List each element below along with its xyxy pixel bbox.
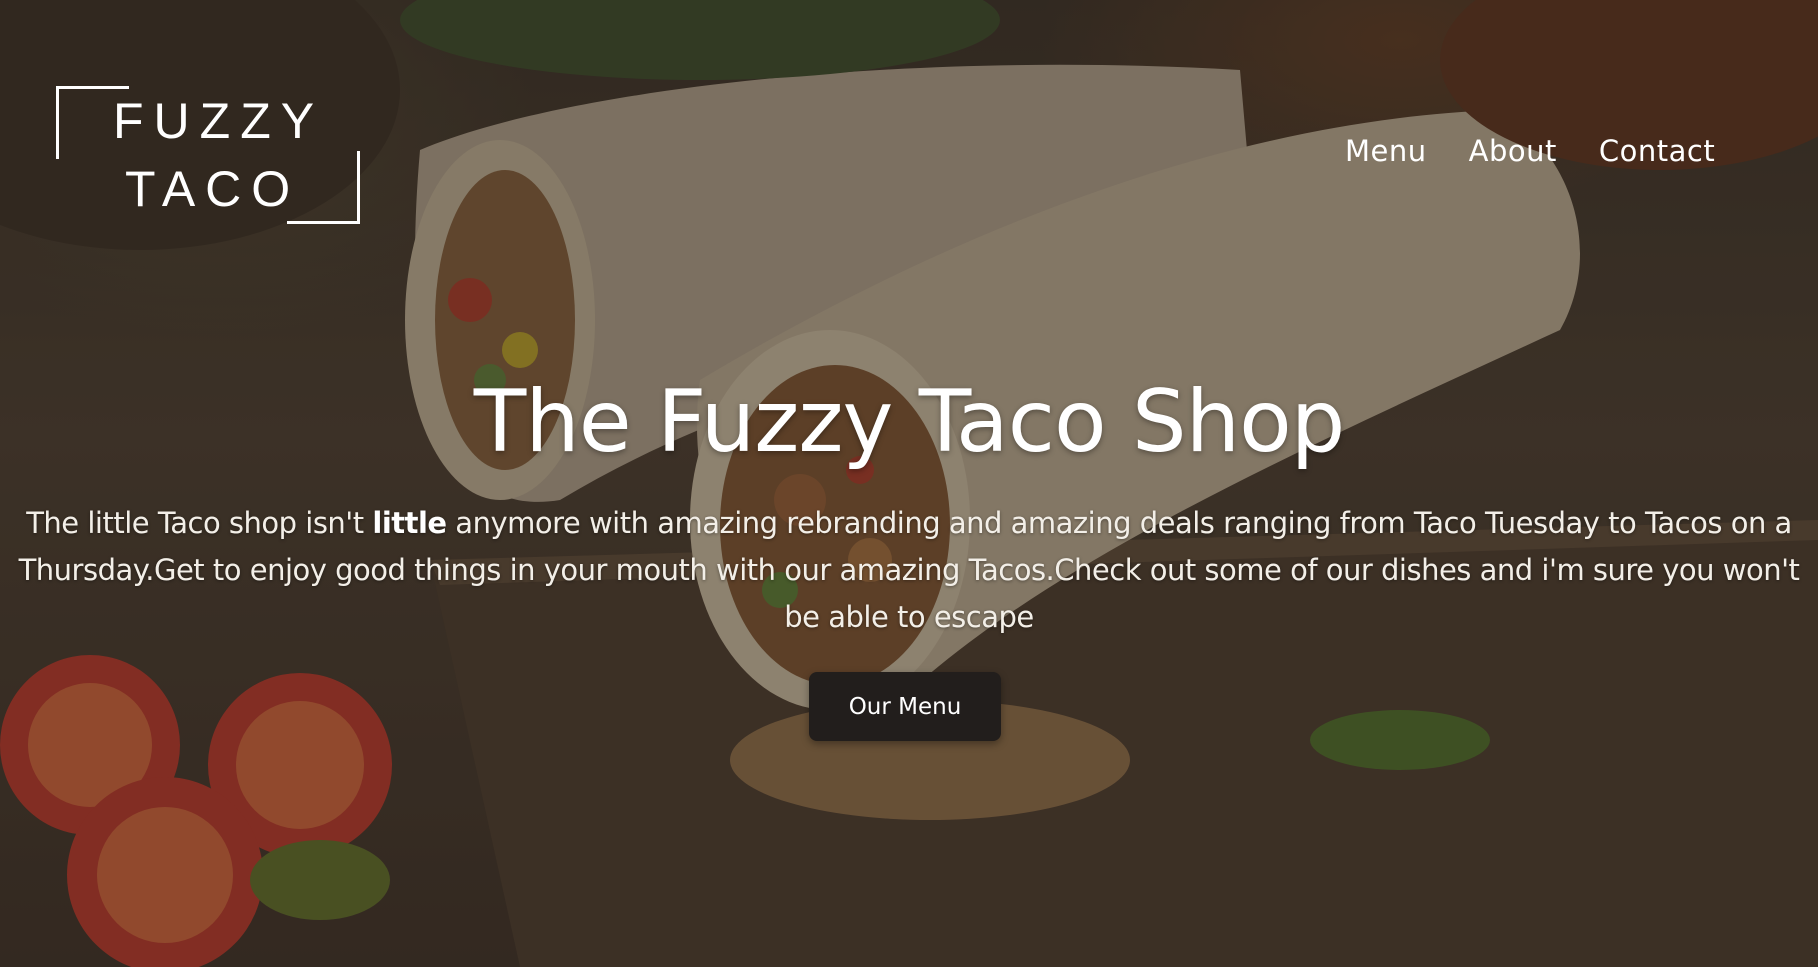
hero-description-emphasis: little bbox=[372, 506, 447, 540]
nav-link-menu[interactable]: Menu bbox=[1345, 134, 1427, 168]
logo-word-taco: TACO bbox=[125, 161, 301, 217]
hero-title: The Fuzzy Taco Shop bbox=[473, 372, 1346, 472]
main-nav: Menu About Contact bbox=[1345, 134, 1715, 168]
hero-section: FUZZY TACO Menu About Contact The Fuzzy … bbox=[0, 0, 1818, 967]
hero-description: The little Taco shop isn't little anymor… bbox=[8, 500, 1810, 641]
brand-logo[interactable]: FUZZY TACO bbox=[56, 86, 360, 224]
nav-link-about[interactable]: About bbox=[1469, 134, 1557, 168]
hero-description-part1: The little Taco shop isn't bbox=[26, 506, 373, 540]
logo-word-fuzzy: FUZZY bbox=[113, 93, 325, 149]
nav-link-contact[interactable]: Contact bbox=[1599, 134, 1715, 168]
our-menu-button[interactable]: Our Menu bbox=[809, 672, 1001, 741]
